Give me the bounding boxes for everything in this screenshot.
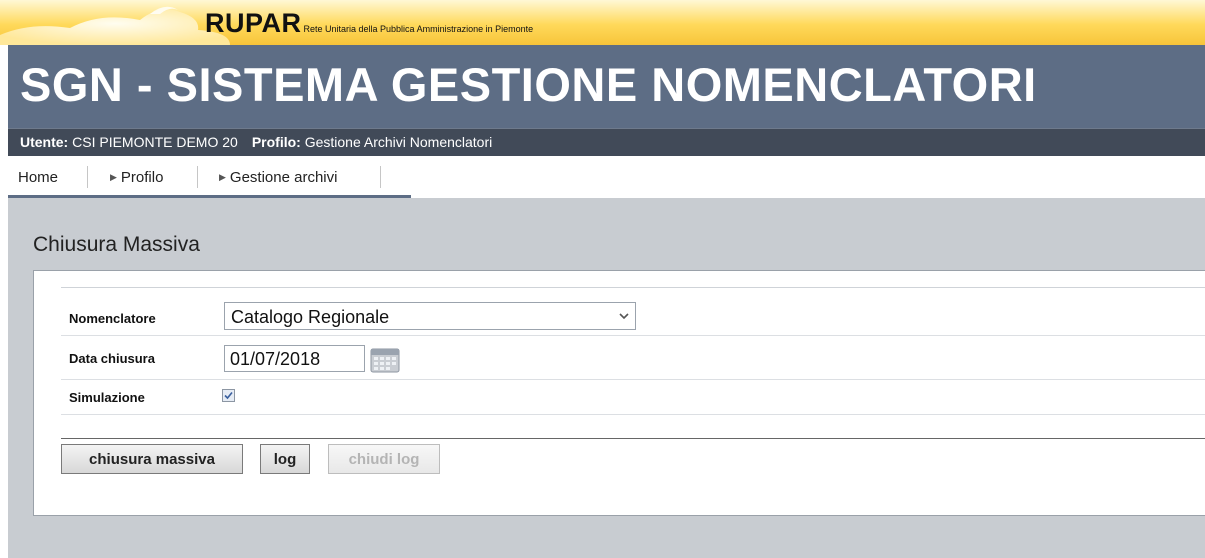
main-nav: Home ▶ Profilo ▶ Gestione archivi	[8, 156, 411, 198]
rupar-brand-name: RUPAR	[205, 8, 302, 38]
app-title: SGN - SISTEMA GESTIONE NOMENCLATORI	[20, 58, 1037, 111]
calendar-icon[interactable]	[370, 346, 400, 373]
rupar-banner: RUPAR Rete Unitaria della Pubblica Ammini…	[0, 0, 1205, 45]
profile-label: Profilo:	[251, 134, 301, 150]
arrow-right-icon: ▶	[110, 172, 117, 182]
profile-value: Gestione Archivi Nomenclatori	[304, 134, 493, 150]
chevron-down-icon	[619, 313, 629, 320]
simulazione-checkbox[interactable]	[222, 389, 235, 402]
nav-item-home[interactable]: Home	[18, 169, 58, 186]
nav-divider	[197, 166, 198, 188]
user-value: CSI PIEMONTE DEMO 20	[72, 134, 238, 150]
nav-divider	[87, 166, 88, 188]
rupar-brand: RUPAR Rete Unitaria della Pubblica Ammini…	[205, 8, 533, 39]
rupar-brand-subtitle: Rete Unitaria della Pubblica Amministraz…	[303, 24, 534, 34]
data-chiusura-value: 01/07/2018	[230, 349, 321, 369]
simulazione-label: Simulazione	[69, 390, 145, 405]
nomenclatore-label: Nomenclatore	[69, 311, 156, 326]
checkmark-icon	[224, 391, 233, 400]
log-button[interactable]: log	[260, 444, 310, 474]
nomenclatore-select[interactable]: Catalogo Regionale	[224, 302, 636, 330]
chiudi-log-button[interactable]: chiudi log	[328, 444, 440, 474]
page-title: Chiusura Massiva	[33, 233, 200, 256]
nav-item-gestione-archivi-label: Gestione archivi	[229, 169, 338, 186]
arrow-right-icon: ▶	[219, 172, 226, 182]
nav-item-gestione-archivi[interactable]: ▶ Gestione archivi	[219, 169, 337, 186]
nav-item-profilo-label: Profilo	[120, 169, 164, 186]
user-info-bar: Utente: CSI PIEMONTE DEMO 20 Profilo: Ges…	[8, 128, 1205, 156]
chiusura-massiva-button[interactable]: chiusura massiva	[61, 444, 243, 474]
app-title-bar: SGN - SISTEMA GESTIONE NOMENCLATORI	[8, 45, 1205, 128]
data-chiusura-input[interactable]: 01/07/2018	[224, 345, 365, 372]
user-label: Utente:	[20, 134, 69, 150]
nomenclatore-select-value: Catalogo Regionale	[231, 307, 390, 327]
data-chiusura-label: Data chiusura	[69, 351, 155, 366]
nav-item-profilo[interactable]: ▶ Profilo	[110, 169, 163, 186]
nav-divider	[380, 166, 381, 188]
